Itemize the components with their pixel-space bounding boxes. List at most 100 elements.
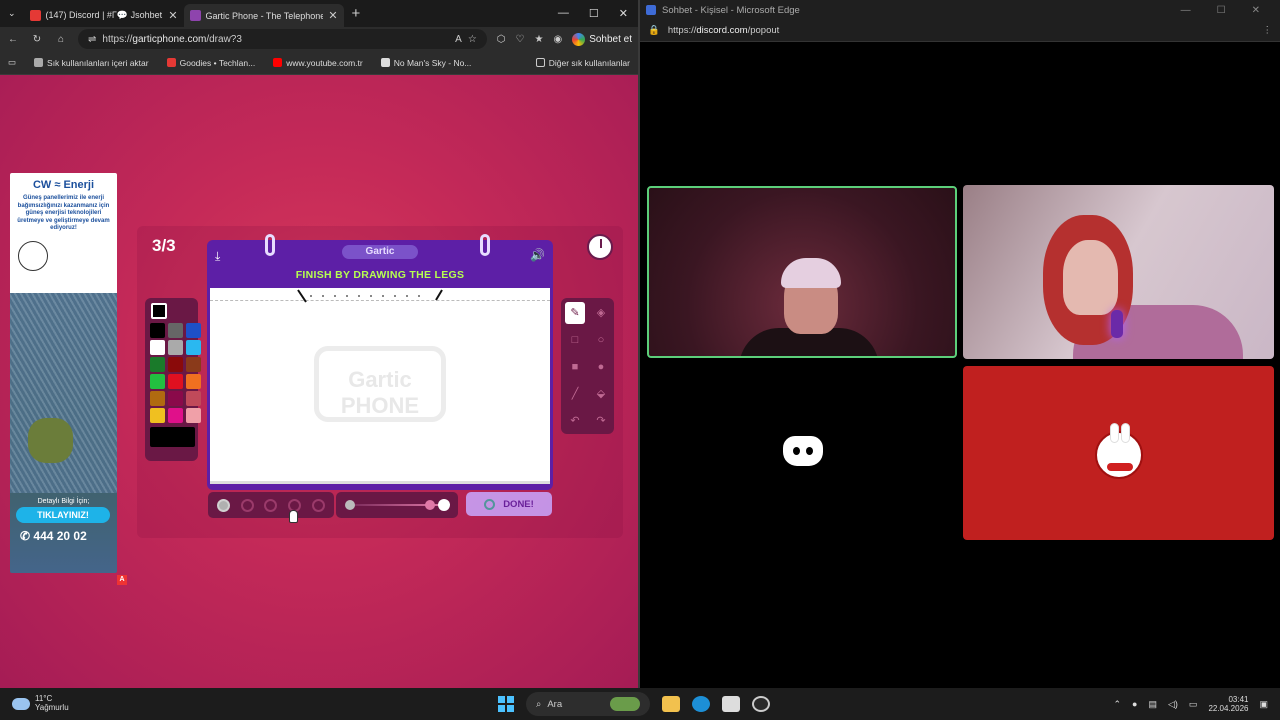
- network-icon[interactable]: ▤: [1148, 699, 1157, 710]
- color-swatch[interactable]: [186, 391, 201, 406]
- color-swatch[interactable]: [150, 391, 165, 406]
- maximize-icon[interactable]: ☐: [1217, 5, 1226, 16]
- color-swatch[interactable]: [186, 357, 201, 372]
- color-swatch[interactable]: [186, 408, 201, 423]
- tab-discord[interactable]: (147) Discord | #Γ💬 Jsohbet ✕: [24, 4, 184, 27]
- brush-size-option[interactable]: [264, 498, 278, 512]
- home-icon[interactable]: ⌂: [54, 34, 68, 45]
- color-swatch[interactable]: [168, 408, 183, 423]
- undo-icon[interactable]: ↶: [565, 410, 585, 432]
- copilot-button[interactable]: Sohbet et: [572, 32, 632, 46]
- bookmark-item[interactable]: www.youtube.com.tr: [273, 58, 363, 68]
- custom-color-swatch[interactable]: [150, 427, 195, 447]
- drawing-canvas[interactable]: Gartic PHONE: [210, 288, 550, 484]
- bookmark-item[interactable]: No Man's Sky - No...: [380, 58, 471, 68]
- rect-outline-icon[interactable]: □: [565, 329, 585, 351]
- slider-handle[interactable]: [425, 500, 435, 510]
- brush-size-option[interactable]: [240, 498, 254, 512]
- drawing-card: ⤓ Gartic 🔊 FINISH BY DRAWING THE LEGS Ga…: [207, 234, 553, 490]
- store-icon[interactable]: [722, 696, 740, 712]
- profile-avatar-icon[interactable]: ◉: [553, 34, 562, 45]
- color-swatch[interactable]: [168, 323, 183, 338]
- minimize-icon[interactable]: —: [1181, 5, 1191, 16]
- clock[interactable]: 03:41 22.04.2026: [1208, 695, 1248, 713]
- bookmarks-import-icon[interactable]: ▭: [8, 57, 16, 68]
- pencil-icon[interactable]: ✎: [565, 302, 585, 324]
- bookmark-item[interactable]: Goodies • Techlan...: [166, 58, 255, 68]
- refresh-icon[interactable]: ↻: [30, 34, 44, 45]
- folder-icon: [34, 58, 44, 67]
- tab-menu-icon[interactable]: ⌄: [0, 8, 24, 19]
- mic-tray-icon[interactable]: ●: [1132, 699, 1137, 709]
- color-swatch[interactable]: [186, 340, 201, 355]
- desktop: ⌄ (147) Discord | #Γ💬 Jsohbet ✕ Gartic P…: [0, 0, 1280, 720]
- ellipse-outline-icon[interactable]: ○: [591, 329, 611, 351]
- close-window-icon[interactable]: ✕: [1252, 5, 1260, 16]
- ad-badge-icon[interactable]: A: [117, 575, 127, 585]
- color-swatch[interactable]: [168, 391, 183, 406]
- gartic-logo: Gartic: [342, 245, 418, 259]
- favorites-icon[interactable]: ★: [534, 34, 543, 45]
- ellipse-fill-icon[interactable]: ●: [591, 356, 611, 378]
- maximize-icon[interactable]: ☐: [589, 7, 599, 20]
- voice-tile[interactable]: [647, 366, 957, 540]
- close-tab-icon[interactable]: ✕: [328, 9, 337, 22]
- color-swatch[interactable]: [168, 357, 183, 372]
- taskbar-search[interactable]: ⌕ Ara: [526, 692, 650, 716]
- back-icon[interactable]: ←: [6, 34, 20, 45]
- site-info-icon[interactable]: ⇌: [88, 34, 96, 45]
- tray-overflow-icon[interactable]: ⌃: [1114, 699, 1122, 710]
- close-window-icon[interactable]: ✕: [619, 7, 628, 20]
- color-palette: [145, 298, 201, 461]
- bookmark-item[interactable]: Sık kullanılanları içeri aktar: [34, 58, 149, 68]
- more-icon[interactable]: ⋮: [1263, 25, 1273, 36]
- read-aloud-icon[interactable]: A: [455, 34, 462, 45]
- windows-start-icon[interactable]: [498, 696, 514, 712]
- volume-icon[interactable]: ◁): [1168, 699, 1178, 710]
- popout-url[interactable]: https://discord.com/popout: [668, 25, 779, 36]
- brush-size-option[interactable]: [311, 498, 325, 512]
- brush-size-option[interactable]: [217, 498, 231, 512]
- color-swatch[interactable]: [150, 408, 165, 423]
- color-swatch[interactable]: [186, 374, 201, 389]
- favorite-star-icon[interactable]: ☆: [468, 34, 477, 45]
- rain-cloud-icon: [12, 698, 30, 710]
- color-swatch[interactable]: [168, 340, 183, 355]
- done-button[interactable]: DONE!: [466, 492, 552, 516]
- color-swatch[interactable]: [150, 374, 165, 389]
- new-tab-icon[interactable]: +: [352, 5, 361, 22]
- file-explorer-icon[interactable]: [662, 696, 680, 712]
- browser-essentials-icon[interactable]: ♡: [516, 34, 525, 45]
- download-icon[interactable]: ⤓: [215, 249, 220, 264]
- color-swatch[interactable]: [150, 323, 165, 338]
- close-tab-icon[interactable]: ✕: [168, 9, 177, 22]
- color-swatch[interactable]: [168, 374, 183, 389]
- redo-icon[interactable]: ↷: [591, 410, 611, 432]
- ad-cta-button[interactable]: TIKLAYINIZ!: [16, 507, 110, 523]
- notifications-icon[interactable]: ▣: [1259, 699, 1268, 710]
- other-favorites[interactable]: Diğer sık kullanılanlar: [535, 58, 630, 68]
- voice-tile[interactable]: [963, 366, 1274, 540]
- sound-icon[interactable]: 🔊: [530, 248, 545, 262]
- line-icon[interactable]: ╱: [565, 383, 585, 405]
- advertisement[interactable]: CW ≈ Enerji Güneş panellerimiz ile enerj…: [10, 173, 127, 585]
- battery-icon[interactable]: ▭: [1189, 699, 1198, 710]
- video-tile[interactable]: [963, 185, 1274, 359]
- edge-taskbar-icon[interactable]: [692, 696, 710, 712]
- extensions-icon[interactable]: ⬡: [497, 34, 506, 45]
- url-field[interactable]: ⇌ https://garticphone.com/draw?3 A ☆: [78, 29, 487, 49]
- tab-gartic[interactable]: Gartic Phone - The Telephone Gar ✕: [183, 4, 344, 27]
- minimize-icon[interactable]: —: [558, 7, 569, 20]
- color-swatch[interactable]: [150, 340, 165, 355]
- left-browser-window: ⌄ (147) Discord | #Γ💬 Jsohbet ✕ Gartic P…: [0, 0, 640, 688]
- opacity-slider[interactable]: [336, 492, 458, 518]
- rect-fill-icon[interactable]: ■: [565, 356, 585, 378]
- color-swatch[interactable]: [150, 357, 165, 372]
- island-image: [28, 418, 73, 463]
- color-swatch[interactable]: [186, 323, 201, 338]
- steam-icon[interactable]: [752, 696, 770, 712]
- weather-widget[interactable]: 11°C Yağmurlu: [0, 694, 200, 713]
- fill-icon[interactable]: ◈: [591, 302, 611, 324]
- video-tile-speaking[interactable]: [647, 186, 957, 358]
- eraser-icon[interactable]: ⬙: [591, 383, 611, 405]
